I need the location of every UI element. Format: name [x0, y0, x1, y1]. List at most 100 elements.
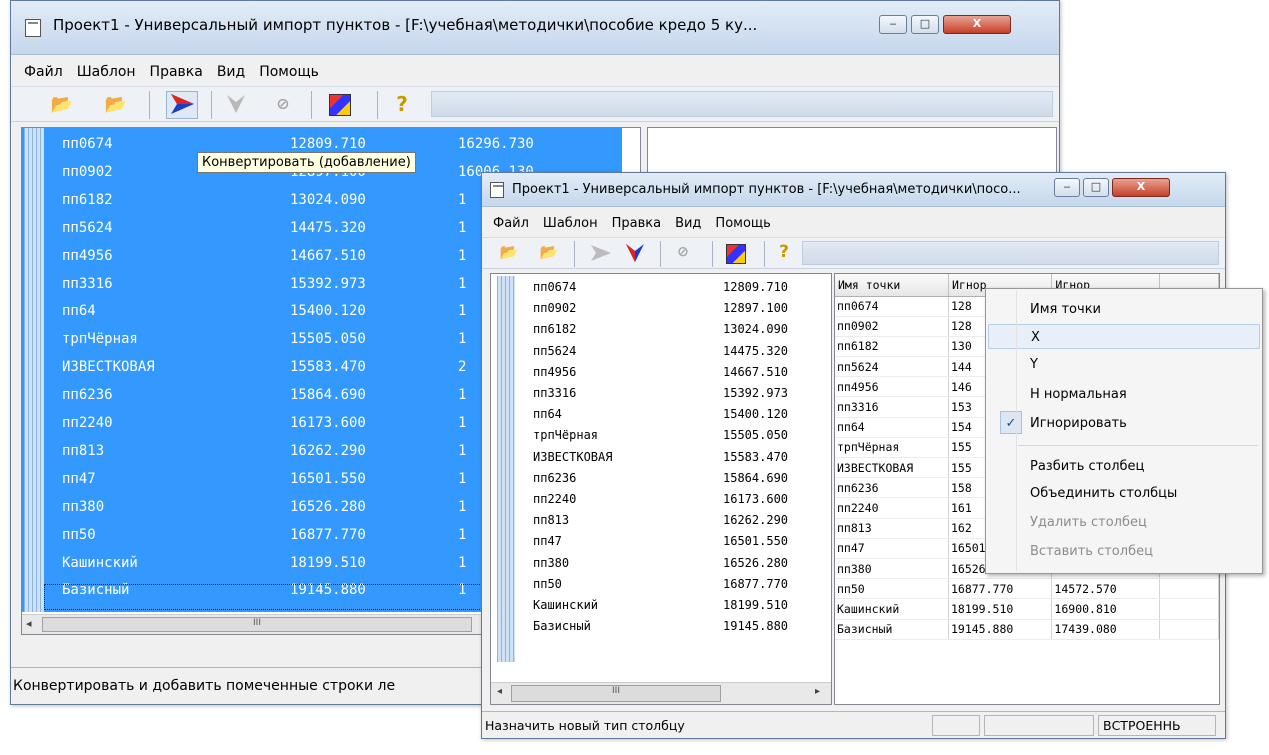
main-window-titlebar[interactable]: Проект1 - Универсальный импорт пунктов -… — [11, 1, 1059, 55]
fg-minimize-button[interactable]: ‒ — [1054, 178, 1080, 197]
table-cell: пп4956 — [835, 376, 949, 398]
list-row[interactable]: пп64 15400.120 — [491, 407, 821, 427]
table-cell: 14572.570 — [1051, 578, 1160, 600]
list-row[interactable]: ИЗВЕСТКОВАЯ 15583.470 — [491, 450, 821, 470]
scroll-left-arrow[interactable]: ◂ — [497, 686, 502, 697]
point-x: 15505.050 — [723, 428, 789, 443]
point-x: 14475.320 — [723, 343, 789, 358]
point-x: 19145.880 — [723, 619, 789, 634]
list-row[interactable]: пп5624 14475.320 — [491, 344, 821, 364]
table-cell: пп64 — [835, 417, 949, 438]
point-x: 13024.090 — [290, 191, 366, 208]
point-x: 12897.100 — [723, 301, 789, 316]
menu-item-3[interactable]: Вид — [668, 213, 708, 235]
point-y: 1 — [458, 387, 467, 404]
help-icon[interactable]: ? — [774, 242, 794, 264]
ctx-item-0[interactable]: Имя точки — [988, 297, 1260, 322]
cancel-icon[interactable]: ⊘ — [672, 244, 694, 264]
ctx-item-6[interactable]: Объединить столбцы — [988, 481, 1260, 506]
list-row[interactable]: Кашинский 18199.510 — [491, 598, 821, 618]
convert-down-icon[interactable] — [622, 242, 648, 266]
scroll-thumb[interactable]: III — [511, 685, 721, 702]
ctx-item-5[interactable]: Разбить столбец — [988, 454, 1260, 479]
table-row[interactable]: Базисный 19145.880 17439.080 — [835, 619, 1219, 640]
menu-item-4[interactable]: Помощь — [708, 213, 777, 235]
menu-item-2[interactable]: Правка — [605, 213, 668, 235]
point-y: 16296.730 — [458, 136, 534, 152]
toolbar-separator — [149, 91, 150, 119]
fg-source-list[interactable]: пп0674 12809.710 пп0902 12897.100 пп6182 1302… — [490, 273, 832, 705]
toolbar-separator — [660, 241, 661, 267]
list-row[interactable]: пп4956 14667.510 — [491, 365, 821, 385]
open-template-icon[interactable]: 📂 — [103, 94, 129, 116]
list-row[interactable]: пп813 16262.290 — [491, 513, 821, 533]
list-row[interactable]: пп6236 15864.690 — [491, 471, 821, 491]
scroll-left-arrow[interactable]: ◂ — [26, 617, 32, 630]
table-cell: 18199.510 — [948, 598, 1053, 620]
open-folder-icon[interactable]: 📂 — [498, 243, 520, 263]
menu-item-0[interactable]: Файл — [486, 213, 536, 235]
point-name: трпЧёрная — [533, 428, 599, 443]
point-y: 1 — [458, 442, 467, 459]
fg-source-hscrollbar[interactable]: ◂ III ▸ — [491, 682, 831, 704]
close-button[interactable]: X — [943, 15, 1011, 34]
list-row[interactable]: пп0674 12809.710 — [491, 280, 821, 300]
point-x: 15583.470 — [290, 359, 366, 376]
menu-item-1[interactable]: Шаблон — [70, 59, 143, 85]
list-row[interactable]: Базисный 19145.880 — [491, 619, 821, 639]
fg-window-titlebar[interactable]: Проект1 - Универсальный импорт пунктов -… — [482, 173, 1225, 207]
list-row[interactable]: трпЧёрная 15505.050 — [491, 428, 821, 448]
palette-icon[interactable] — [726, 244, 746, 264]
status-panel — [984, 715, 1094, 736]
point-name: пп0674 — [533, 280, 577, 294]
table-cell: пп3316 — [835, 396, 949, 418]
list-row[interactable]: пп3316 15392.973 — [491, 386, 821, 406]
list-row[interactable]: пп6182 13024.090 — [491, 322, 821, 342]
table-cell: пп6182 — [835, 336, 949, 358]
point-name: пп0674 — [62, 136, 113, 152]
menu-item-1[interactable]: Шаблон — [536, 213, 605, 235]
ctx-item-3[interactable]: Н нормальная — [988, 382, 1260, 407]
menu-item-3[interactable]: Вид — [210, 59, 252, 85]
minimize-button[interactable]: ‒ — [879, 15, 907, 34]
palette-icon[interactable] — [329, 94, 351, 116]
maximize-button[interactable]: □ — [911, 15, 939, 34]
list-row[interactable]: пп0902 12897.100 — [491, 301, 821, 321]
scroll-thumb[interactable]: III — [42, 617, 472, 632]
point-x: 14667.510 — [290, 247, 366, 264]
open-folder-icon[interactable]: 📂 — [49, 94, 75, 116]
table-cell: Базисный — [835, 619, 949, 640]
list-row[interactable]: пп380 16526.280 — [491, 556, 821, 576]
convert-add-icon[interactable] — [588, 243, 614, 265]
point-y: 2 — [458, 359, 467, 376]
main-toolbar: 📂 📂 ⊘ ? — [11, 86, 1059, 122]
toolbar-filler — [431, 91, 1053, 117]
list-row[interactable]: пп47 16501.550 — [491, 534, 821, 554]
point-y: 1 — [458, 191, 467, 208]
menu-item-0[interactable]: Файл — [17, 59, 70, 85]
menu-separator — [1018, 445, 1258, 446]
ctx-item-2[interactable]: Y — [988, 352, 1260, 377]
list-row[interactable]: пп2240 16173.600 — [491, 492, 821, 512]
column-header-0[interactable]: Имя точки — [835, 274, 949, 297]
table-row[interactable]: пп50 16877.770 14572.570 — [835, 578, 1219, 600]
point-name: пп380 — [62, 498, 105, 515]
point-name: пп64 — [62, 303, 96, 320]
ctx-item-1[interactable]: X — [988, 324, 1260, 349]
ctx-item-4[interactable]: Игнорировать ✓ — [988, 411, 1260, 436]
fg-close-button[interactable]: X — [1112, 178, 1170, 197]
menu-item-2[interactable]: Правка — [143, 59, 210, 85]
convert-add-icon[interactable] — [166, 91, 198, 119]
convert-down-icon[interactable] — [223, 93, 249, 117]
point-name: пп4956 — [62, 247, 113, 264]
cancel-icon[interactable]: ⊘ — [271, 94, 295, 116]
point-name: пп3316 — [533, 386, 577, 400]
fg-maximize-button[interactable]: □ — [1083, 178, 1109, 197]
table-row[interactable]: Кашинский 18199.510 16900.810 — [835, 598, 1219, 620]
list-row[interactable]: пп50 16877.770 — [491, 577, 821, 597]
scroll-right-arrow[interactable]: ▸ — [815, 686, 820, 697]
open-template-icon[interactable]: 📂 — [538, 243, 560, 263]
menu-item-4[interactable]: Помощь — [252, 59, 326, 85]
point-name: пп6236 — [533, 470, 577, 485]
help-icon[interactable]: ? — [391, 92, 413, 116]
